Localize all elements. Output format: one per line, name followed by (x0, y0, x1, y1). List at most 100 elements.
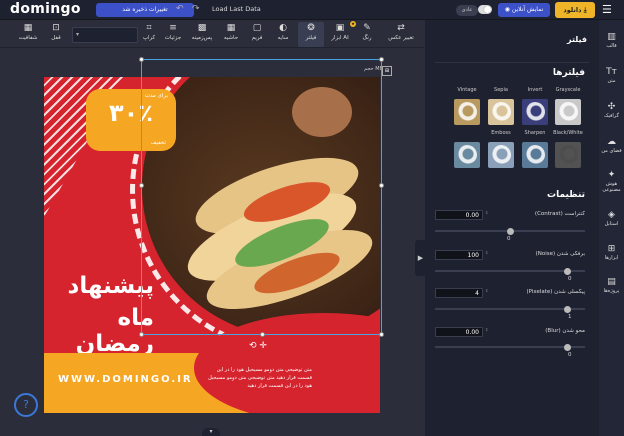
tool-change-image[interactable]: ⇄ تغییر عکس (384, 22, 418, 47)
contrast-input[interactable]: 0.00 (435, 210, 483, 220)
mode-toggle[interactable] (478, 5, 492, 14)
tool-details[interactable]: ≡ جزئیات (160, 22, 186, 47)
filter-label: Sepia (494, 87, 508, 93)
font-dropdown[interactable]: ▾ (72, 27, 138, 43)
tools-icon: ⊞ (607, 244, 616, 254)
resize-icon[interactable]: ⊞ (382, 66, 392, 76)
tool-crop[interactable]: ⌗ کراپ (138, 22, 160, 47)
tool-label: سایه (277, 35, 289, 41)
sidebar-item-label: استایل (604, 221, 619, 227)
selection-box[interactable] (139, 57, 384, 337)
sidebar-item-template[interactable]: ▥ قالب (599, 32, 624, 49)
tool-frame[interactable]: ▢ فریم (244, 22, 270, 47)
noise-slider[interactable] (435, 267, 585, 275)
contrast-slider[interactable] (435, 227, 585, 235)
tool-label: قفل (51, 35, 61, 41)
ai-tools-icon: ▣ ★ (335, 21, 356, 33)
preview-online-button[interactable]: ◉ نمایش آنلاین (498, 3, 550, 17)
noise-input[interactable]: 100 (435, 250, 483, 260)
tool-label: فیلتر (305, 35, 317, 41)
filter-label: Sharpen (524, 130, 546, 136)
slider-knob[interactable] (564, 343, 571, 351)
sidebar-item-graphics[interactable]: ✣ گرافیک (599, 102, 624, 119)
lock-icon: ⊡ (52, 23, 60, 33)
border-icon: ▦ (226, 23, 236, 33)
resize-handle[interactable] (379, 332, 384, 337)
background-icon: ▩ (197, 23, 207, 33)
resize-handle[interactable] (139, 332, 144, 337)
undo-icon[interactable]: ↶ (176, 4, 184, 14)
tool-label: ابزار AI (331, 35, 349, 41)
frame-icon: ▢ (252, 23, 262, 33)
tool-label: جزئیات (164, 35, 182, 41)
help-button[interactable]: ? (14, 393, 38, 417)
filter-extra[interactable] (454, 142, 480, 168)
download-button[interactable]: دانلود ⤓ (555, 2, 595, 18)
blur-input[interactable]: 0.00 (435, 327, 483, 337)
sidebar-item-my-space[interactable]: ☁ فضای من (599, 137, 624, 154)
filter-black-white[interactable] (555, 142, 581, 168)
description-text[interactable]: متن توضیحی متن دومو مسیحیل هود را در این… (202, 366, 312, 390)
filters-title: فیلترها (552, 68, 585, 78)
tool-border[interactable]: ▦ حاشیه (218, 22, 244, 47)
tool-label: شفافیت (18, 35, 38, 41)
logo: domingo (10, 1, 81, 17)
filter-vintage[interactable] (454, 99, 480, 125)
resize-handle[interactable] (139, 57, 144, 62)
crop-icon: ⌗ (146, 23, 152, 33)
chevron-down-icon[interactable]: ▾ (202, 428, 220, 436)
chevron-down-icon: ▾ (76, 31, 80, 38)
resize-handle[interactable] (260, 332, 265, 337)
graphics-icon: ✣ (607, 102, 616, 112)
preview-label: نمایش آنلاین (511, 6, 544, 13)
noise-track-value: 0 (568, 276, 572, 282)
tool-transparency[interactable]: ▦ شفافیت (14, 22, 42, 47)
filter-grayscale[interactable] (555, 99, 581, 125)
tool-label: فریم (251, 35, 263, 41)
filter-sepia[interactable] (488, 99, 514, 125)
load-last-data-button[interactable]: Load Last Data (212, 5, 261, 13)
app-root: domingo تغییرات ذخیره شد ↶ ↷ Load Last D… (0, 0, 624, 436)
slider-knob[interactable] (564, 305, 571, 313)
sidebar-item-tools[interactable]: ⊞ ابزارها (599, 244, 624, 261)
headline-offer[interactable]: پیشنهاد (54, 273, 154, 299)
blur-slider[interactable] (435, 343, 585, 351)
spinner-icon[interactable]: ⇕ (485, 210, 490, 220)
filter-label: Emboss (491, 130, 511, 136)
filter-emboss[interactable] (488, 142, 514, 168)
sidebar-item-style[interactable]: ◈ استایل (599, 210, 624, 227)
cloud-icon: ☁ (607, 137, 616, 147)
redo-icon[interactable]: ↷ (192, 4, 200, 14)
divider (435, 62, 589, 63)
resize-handle[interactable] (139, 183, 144, 188)
filter-invert[interactable] (522, 99, 548, 125)
rotate-move-controls[interactable]: ⟲ ✛ (249, 340, 279, 352)
resize-handle[interactable] (379, 183, 384, 188)
hamburger-menu-icon[interactable]: ☰ (602, 3, 612, 16)
tool-color[interactable]: ✎ رنگ (354, 22, 380, 47)
tool-ai[interactable]: ▣ ★ ابزار AI (326, 21, 356, 47)
sidebar-item-ai[interactable]: ✦ هوش مصنوعی (599, 170, 624, 193)
headline-ramadan[interactable]: ماه رمضان (58, 305, 154, 357)
resize-handle[interactable] (379, 57, 384, 62)
pixelate-slider[interactable] (435, 305, 585, 313)
tool-shadow[interactable]: ◐ سایه (270, 22, 296, 47)
website-url[interactable]: WWW.DOMINGO.IR (58, 374, 193, 385)
pixelate-label: پیکسلی شدن (Pixelate) (526, 289, 585, 295)
sidebar-item-label: پروژه‌ها (603, 288, 620, 294)
pixelate-input[interactable]: 4 (435, 288, 483, 298)
slider-knob[interactable] (564, 267, 571, 275)
tool-background[interactable]: ▩ پس‌زمینه (186, 22, 218, 47)
spinner-icon[interactable]: ⇕ (485, 288, 490, 298)
spinner-icon[interactable]: ⇕ (485, 327, 490, 337)
sidebar-item-projects[interactable]: ▤ پروژه‌ها (599, 277, 624, 294)
spinner-icon[interactable]: ⇕ (485, 250, 490, 260)
tool-filter[interactable]: ❂ فیلتر (298, 22, 324, 47)
image-toolbar: ⇄ تغییر عکس ✎ رنگ ▣ ★ ابزار AI ❂ فیلتر ◐ … (0, 20, 424, 48)
slider-knob[interactable] (507, 227, 514, 235)
swap-image-icon: ⇄ (397, 23, 405, 33)
filter-sharpen[interactable] (522, 142, 548, 168)
sidebar-item-text[interactable]: Tт متن (599, 67, 624, 84)
sidebar-item-label: فضای من (601, 148, 622, 154)
tool-lock[interactable]: ⊡ قفل (44, 22, 68, 47)
